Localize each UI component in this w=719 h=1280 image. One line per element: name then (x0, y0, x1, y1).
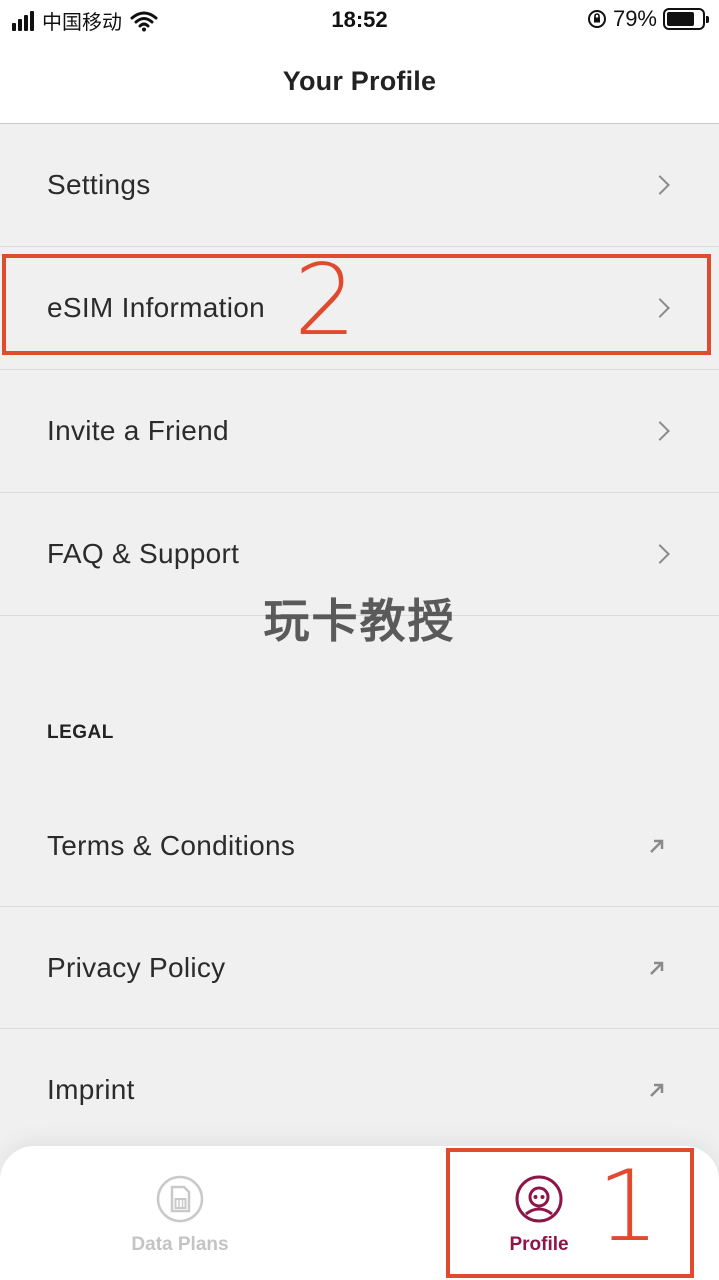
status-right: 79% (587, 6, 709, 32)
sim-card-icon (156, 1175, 204, 1223)
tab-label: Data Plans (131, 1234, 229, 1255)
tab-data-plans[interactable]: Data Plans (50, 1146, 310, 1280)
external-link-icon (650, 839, 664, 853)
legal-item-label: Imprint (47, 1074, 135, 1105)
chevron-right-icon (650, 175, 670, 195)
menu-item-label: Invite a Friend (47, 415, 229, 446)
watermark-text: 玩卡教授 (263, 594, 456, 648)
legal-menu: Terms & Conditions Privacy Policy Imprin… (0, 785, 719, 1151)
legal-section-title: LEGAL (47, 722, 114, 743)
page-title: Your Profile (282, 66, 437, 96)
external-link-icon (650, 1083, 664, 1097)
legal-item-label: Privacy Policy (47, 951, 226, 983)
chevron-right-icon (650, 544, 670, 564)
menu-item-invite-friend[interactable]: Invite a Friend (0, 370, 719, 493)
annotation-box-esim (2, 254, 711, 355)
external-link-icon (650, 961, 664, 975)
menu-item-label: Settings (47, 169, 151, 200)
legal-item-privacy[interactable]: Privacy Policy (0, 907, 719, 1029)
battery-percent: 79% (612, 6, 657, 31)
orientation-lock-icon (587, 10, 606, 28)
profile-menu: Settings eSIM Information Invite a Frien… (0, 124, 719, 616)
legal-item-imprint[interactable]: Imprint (0, 1029, 719, 1151)
status-bar: 中国移动 18:52 79% (0, 0, 719, 40)
annotation-number-2: 2 (294, 244, 357, 358)
legal-item-label: Terms & Conditions (47, 829, 296, 861)
annotation-number-1: 1 (597, 1150, 660, 1264)
battery-icon (663, 8, 709, 30)
menu-item-label: FAQ & Support (47, 538, 240, 569)
page-header: Your Profile (0, 40, 719, 124)
chevron-right-icon (650, 421, 670, 441)
menu-item-settings[interactable]: Settings (0, 124, 719, 247)
legal-item-terms[interactable]: Terms & Conditions (0, 785, 719, 907)
